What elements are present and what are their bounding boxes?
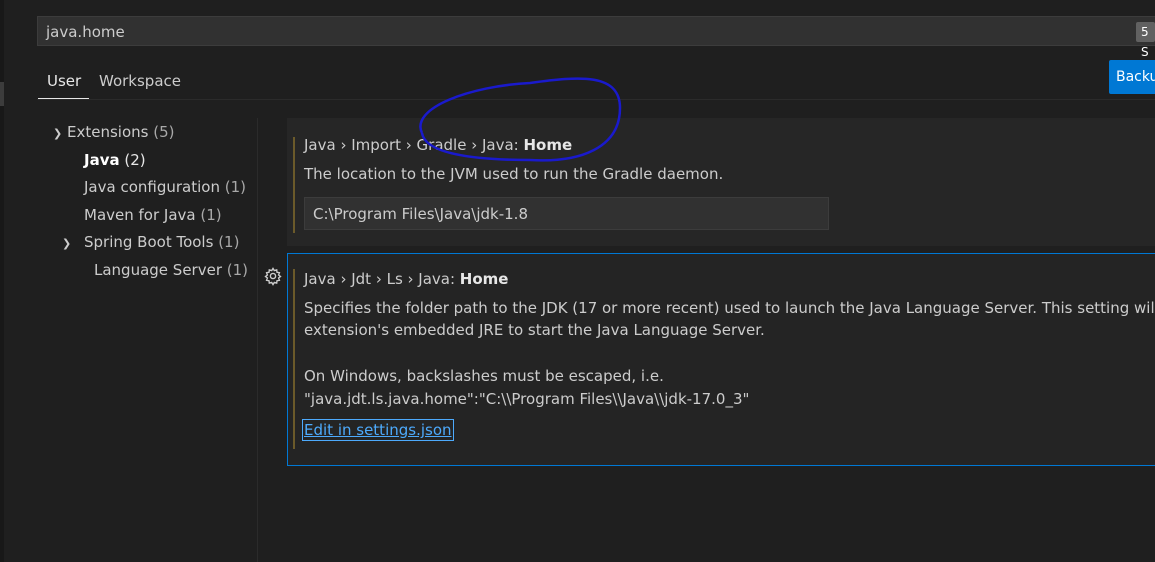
toc-item-label: Java (84, 151, 120, 169)
modified-indicator (293, 269, 295, 449)
toc-item-label: Maven for Java (84, 206, 196, 224)
setting-description-line: "java.jdt.ls.java.home":"C:\\Program Fil… (304, 390, 750, 408)
toc-item-label: Extensions (67, 123, 149, 141)
backup-sync-button[interactable]: Backu (1109, 60, 1155, 94)
activity-bar-indicator (0, 82, 4, 106)
setting-description-line: On Windows, backslashes must be escaped,… (304, 367, 664, 385)
setting-description-line: Specifies the folder path to the JDK (17… (304, 299, 1155, 317)
search-input-value: java.home (46, 23, 125, 41)
toc-item-label: Java configuration (84, 178, 220, 196)
toc-item-label: Language Server (94, 261, 222, 279)
toc-divider (257, 118, 258, 562)
tab-user[interactable]: User (38, 70, 90, 100)
toc-item-count: (1) (226, 261, 249, 279)
setting-category-path: Java › Jdt › Ls › Java: (304, 270, 460, 288)
setting-title: Java › Jdt › Ls › Java: Home (304, 270, 508, 288)
setting-key: Home (459, 270, 509, 288)
modified-indicator (293, 137, 295, 233)
settings-search-input[interactable]: java.home (37, 16, 1155, 46)
search-result-count-badge: 5 S (1136, 22, 1155, 59)
setting-description-line: extension's embedded JRE to start the Ja… (304, 321, 765, 339)
toc-item-count: (5) (153, 123, 175, 141)
toc-item-label: Spring Boot Tools (84, 233, 214, 251)
toc-item-extensions[interactable]: ❯ Extensions (5) (53, 123, 174, 141)
toc-item-java[interactable]: Java (2) (84, 151, 146, 169)
toc-item-language-server[interactable]: Language Server (1) (94, 261, 248, 279)
toc-item-count: (1) (218, 233, 240, 251)
toc-item-count: (2) (124, 151, 146, 169)
toc-item-maven-for-java[interactable]: Maven for Java (1) (84, 206, 222, 224)
gradle-java-home-input[interactable]: C:\Program Files\Java\jdk-1.8 (304, 197, 829, 230)
toc-item-count: (1) (200, 206, 222, 224)
annotation-circle (419, 77, 622, 162)
toc-item-count: (1) (224, 178, 246, 196)
tab-workspace[interactable]: Workspace (90, 70, 190, 100)
toc-item-java-configuration[interactable]: Java configuration (1) (84, 178, 246, 196)
edit-in-settings-json-link[interactable]: Edit in settings.json (302, 419, 454, 441)
chevron-down-icon: ❯ (62, 237, 72, 250)
gear-icon[interactable] (263, 266, 283, 286)
chevron-down-icon: ❯ (53, 127, 63, 140)
toc-item-spring-boot-tools[interactable]: ❯ Spring Boot Tools (1) (62, 233, 239, 251)
